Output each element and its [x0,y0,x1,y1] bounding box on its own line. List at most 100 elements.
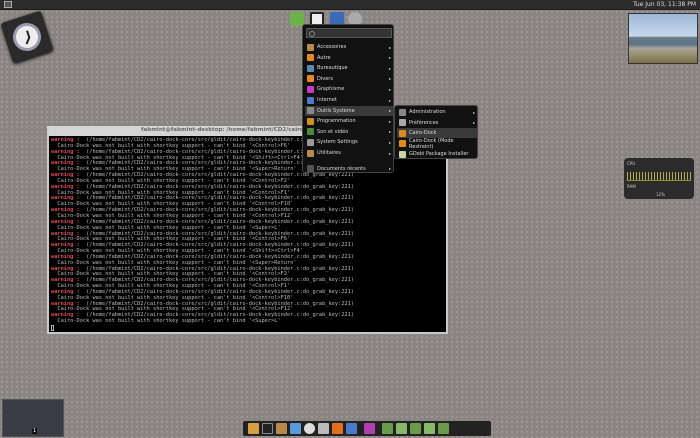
chevron-right-icon: ▸ [388,129,391,135]
chevron-right-icon: ▸ [472,109,475,115]
app-icon [399,150,406,158]
submenu-item-label: GDebi Package Installer [409,151,469,157]
cpu-graph [627,172,691,181]
workspace-number: 1 [32,428,38,434]
menu-item-label: System Settings [317,139,358,146]
category-icon [307,107,314,115]
chevron-right-icon: ▸ [388,166,391,172]
submenu-item-label: Cairo-Dock (Mode Restreint) [409,137,454,150]
category-icon [307,75,314,83]
paint-icon[interactable] [248,423,259,434]
category-icon [307,117,314,125]
mail-icon[interactable] [346,423,357,434]
menu-item-label: Internet [317,97,337,103]
menu-item-graphisme[interactable]: Graphisme ▸ [305,84,393,94]
menu-item-autre[interactable]: Autre ▸ [305,53,393,63]
chevron-right-icon: ▸ [388,55,391,61]
message-prefix: Cairo-Dock was not built with shortkey s… [51,318,252,325]
document-icon[interactable] [290,423,301,434]
category-icon [307,96,314,104]
submenu-item-label: Préférences [409,119,439,126]
menu-item-label: Accessoires [317,44,347,50]
menu-item-outils-syst-me[interactable]: Outils Système ▸ [305,105,393,116]
menu-item-son-et-vidéo[interactable]: Son et vidéo ▸ [305,127,393,137]
ram-value: 12% [656,192,665,197]
menu-item-internet[interactable]: Internet ▸ [305,95,393,105]
menu-item-label: Divers [317,75,333,82]
menu-search-input[interactable] [306,28,392,38]
category-icon [307,54,314,62]
chevron-right-icon: ▸ [388,139,391,145]
clock-desklet[interactable] [0,10,54,64]
menu-item-label: Documents récents [317,165,366,172]
bottom-dock [243,421,491,436]
submenu-item-gdebi-package-installer[interactable]: GDebi Package Installer [397,149,477,159]
firefox-icon[interactable] [332,423,343,434]
package-icon[interactable] [276,423,287,434]
chevron-right-icon: ▸ [388,76,391,82]
category-icon [307,128,314,136]
downloads-folder-icon[interactable] [424,423,435,434]
menu-item-utilitaires[interactable]: Utilitaires ▸ [305,148,393,158]
menu-item-label: Autre [317,54,331,61]
category-icon [307,149,314,157]
chat-icon[interactable] [364,423,375,434]
category-icon [307,43,314,51]
category-icon [307,165,314,173]
menu-item-label: Son et vidéo [317,128,349,135]
menu-item-bureautique[interactable]: Bureautique ▸ [305,63,393,73]
folder-icon[interactable] [438,423,449,434]
show-desktop-icon[interactable] [4,1,12,8]
menu-item-label: Programmation [317,118,356,125]
menu-item-documents-récents[interactable]: Documents récents ▸ [305,164,393,174]
message-key: <Super>L [251,318,278,325]
terminal-cursor [51,325,54,331]
cd-icon[interactable] [304,423,315,434]
chevron-right-icon: ▸ [388,44,391,50]
chevron-right-icon: ▸ [388,86,391,92]
cpu-label: CPU [627,161,636,166]
category-icon [307,138,314,146]
app-icon [399,129,406,137]
app-icon [399,119,406,126]
recent-folder-icon[interactable] [410,423,421,434]
chevron-right-icon: ▸ [388,118,391,124]
menu-item-label: Utilitaires [317,150,341,156]
top-panel: Tue Jun 03, 11:38 PM [0,0,700,10]
category-icon [307,64,314,72]
menu-item-label: Outils Système [317,107,355,114]
app-icon [399,140,406,147]
calculator-icon[interactable] [318,423,329,434]
chevron-right-icon: ▸ [388,108,391,114]
submenu-item-préférences[interactable]: Préférences ▸ [397,118,477,128]
menu-item-label: Graphisme [317,86,345,93]
clock-icon [9,19,45,55]
menu-item-divers[interactable]: Divers ▸ [305,74,393,84]
ram-label: RAM [627,184,636,189]
menu-item-label: Bureautique [317,65,348,72]
menu-item-accessoires[interactable]: Accessoires ▸ [305,42,393,52]
submenu-outils-systeme: Administration ▸ Préférences ▸ Cairo-Dock Cai… [394,105,478,159]
chevron-right-icon: ▸ [388,97,391,103]
submenu-item-label: Administration [409,109,446,115]
chevron-right-icon: ▸ [388,65,391,71]
chevron-right-icon: ▸ [472,120,475,125]
system-monitor-desklet[interactable]: CPU RAM 12% [624,158,694,199]
workspace-switcher[interactable]: 1 [2,399,64,437]
menu-item-system-settings[interactable]: System Settings ▸ [305,137,393,147]
panel-clock[interactable]: Tue Jun 03, 11:38 PM [633,1,696,8]
documents-folder-icon[interactable] [396,423,407,434]
submenu-item-label: Cairo-Dock [409,130,437,136]
menu-item-programmation[interactable]: Programmation ▸ [305,116,393,126]
photo-desklet[interactable] [628,13,698,64]
chevron-right-icon: ▸ [388,150,391,156]
search-icon [309,30,315,37]
terminal-icon[interactable] [262,423,273,434]
submenu-item-administration[interactable]: Administration ▸ [397,107,477,117]
home-folder-icon[interactable] [382,423,393,434]
submenu-item-cairo-dock-mode-restreint-[interactable]: Cairo-Dock (Mode Restreint) [397,137,477,150]
app-icon [399,108,406,116]
app-menu: Accessoires ▸ Autre ▸ Bureautique ▸ Divers ▸ Gra… [302,24,394,173]
category-icon [307,85,314,93]
submenu-item-cairo-dock[interactable]: Cairo-Dock [397,128,477,138]
